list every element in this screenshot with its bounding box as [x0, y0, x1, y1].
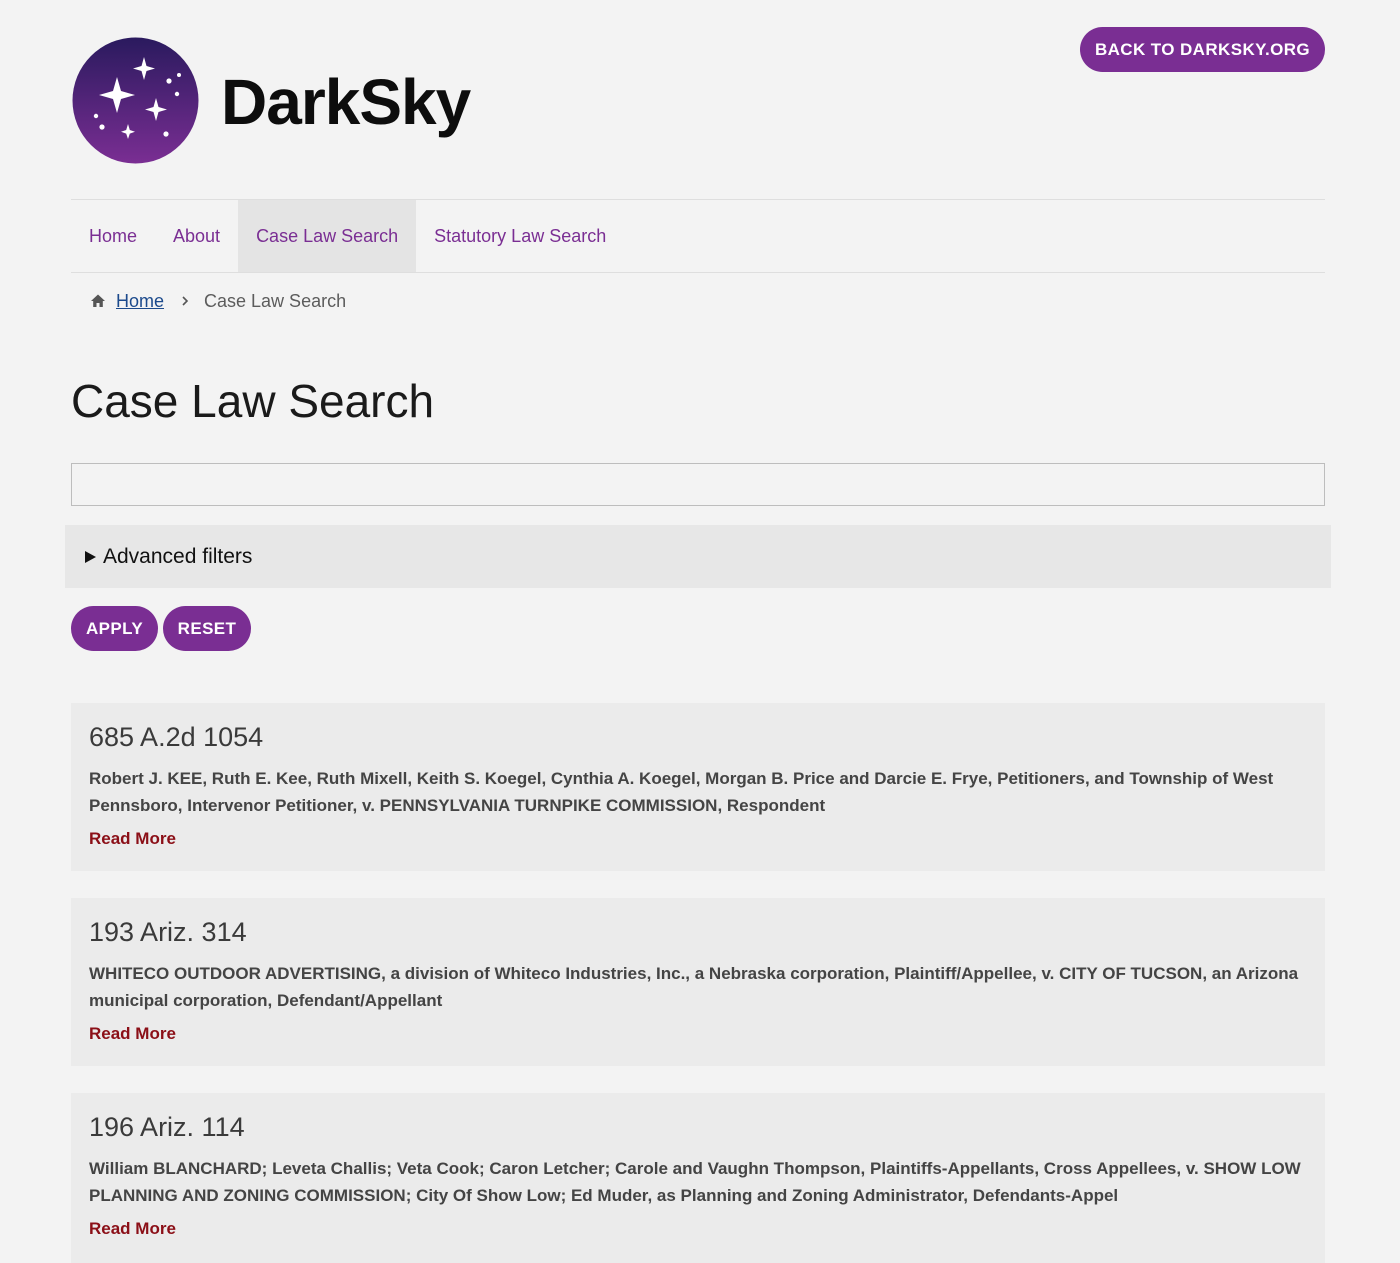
nav-item-case-law-search[interactable]: Case Law Search — [238, 200, 417, 272]
read-more-link[interactable]: Read More — [89, 828, 176, 850]
advanced-filters-toggle[interactable]: Advanced filters — [65, 525, 1331, 588]
result-citation: 685 A.2d 1054 — [89, 722, 264, 752]
page-title: Case Law Search — [71, 375, 435, 427]
result-card: 196 Ariz. 114 William BLANCHARD; Leveta … — [71, 1093, 1325, 1263]
reset-button[interactable]: RESET — [163, 606, 251, 651]
nav-item-home[interactable]: Home — [71, 200, 155, 272]
nav-item-statutory-law-search[interactable]: Statutory Law Search — [416, 200, 624, 272]
result-card: 193 Ariz. 314 WHITECO OUTDOOR ADVERTISIN… — [71, 898, 1325, 1066]
read-more-link[interactable]: Read More — [89, 1023, 176, 1045]
page: DarkSky BACK TO DARKSKY.ORG Home About C… — [0, 0, 1400, 1263]
main-nav: Home About Case Law Search Statutory Law… — [71, 199, 1325, 273]
apply-button[interactable]: APPLY — [71, 606, 158, 651]
nav-item-about[interactable]: About — [155, 200, 238, 272]
result-citation: 193 Ariz. 314 — [89, 917, 247, 947]
advanced-filters-label: Advanced filters — [103, 544, 253, 568]
brand-name[interactable]: DarkSky — [221, 62, 471, 142]
breadcrumb: Home Case Law Search — [90, 288, 346, 314]
read-more-link[interactable]: Read More — [89, 1218, 176, 1240]
result-card: 685 A.2d 1054 Robert J. KEE, Ruth E. Kee… — [71, 703, 1325, 871]
breadcrumb-current: Case Law Search — [204, 290, 347, 311]
result-parties: William BLANCHARD; Leveta Challis; Veta … — [89, 1159, 1301, 1205]
back-to-darksky-button[interactable]: BACK TO DARKSKY.ORG — [1080, 27, 1325, 72]
result-citation: 196 Ariz. 114 — [89, 1112, 245, 1142]
chevron-right-icon — [182, 296, 189, 306]
home-icon — [91, 294, 105, 307]
caret-right-icon — [85, 550, 96, 563]
search-input[interactable] — [71, 463, 1325, 506]
breadcrumb-home-link[interactable]: Home — [116, 291, 164, 312]
result-parties: WHITECO OUTDOOR ADVERTISING, a division … — [89, 964, 1299, 1010]
darksky-logo-icon[interactable] — [72, 37, 199, 164]
result-parties: Robert J. KEE, Ruth E. Kee, Ruth Mixell,… — [89, 769, 1274, 815]
